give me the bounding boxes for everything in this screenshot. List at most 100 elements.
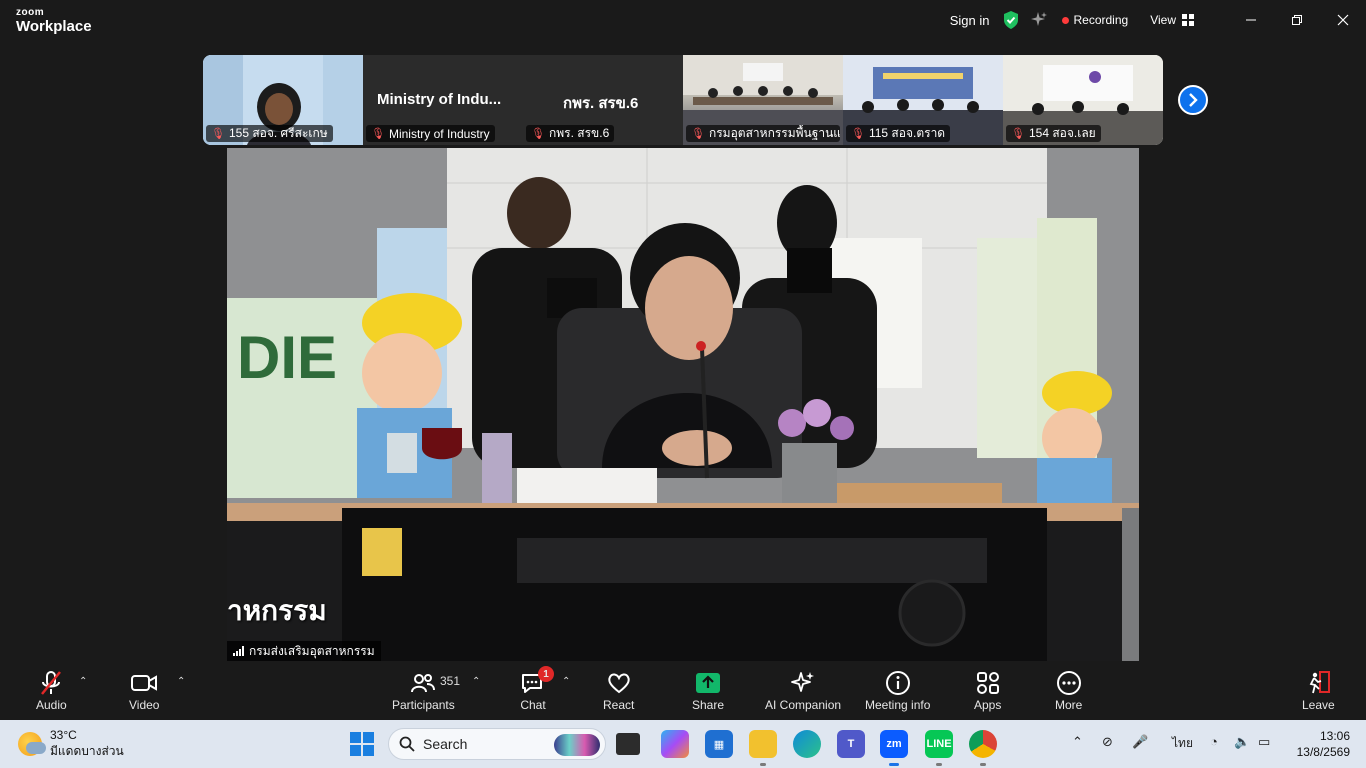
- chrome-icon[interactable]: [969, 730, 997, 766]
- file-explorer-icon[interactable]: [749, 730, 777, 766]
- task-view-icon[interactable]: [616, 733, 640, 755]
- speaker-name: กรมส่งเสริมอุตสาหกรรม: [249, 643, 375, 658]
- participant-name: 154 สอจ.เลย: [1028, 126, 1096, 140]
- edge-icon[interactable]: [793, 730, 821, 758]
- participants-icon: [411, 674, 436, 693]
- speaker-name-tag: กรมส่งเสริมอุตสาหกรรม: [227, 641, 381, 661]
- voice-typing-icon[interactable]: 🎤: [1132, 734, 1148, 750]
- video-overlay-caption: าหกรรม: [227, 595, 327, 626]
- close-icon: [1337, 14, 1349, 26]
- mic-muted-icon: [41, 671, 62, 695]
- info-icon: [885, 671, 910, 695]
- share-label: Share: [692, 698, 725, 712]
- network-off-icon[interactable]: ⊘: [1102, 734, 1113, 750]
- participants-label: Participants: [392, 698, 455, 712]
- react-button[interactable]: React: [603, 668, 634, 712]
- view-button[interactable]: View: [1150, 13, 1194, 27]
- leave-label: Leave: [1302, 698, 1335, 712]
- windows-logo-icon: [350, 732, 361, 743]
- restore-button[interactable]: [1274, 0, 1320, 40]
- chat-unread-badge: 1: [538, 666, 554, 682]
- close-button[interactable]: [1320, 0, 1366, 40]
- share-button[interactable]: Share: [692, 668, 724, 712]
- minimize-button[interactable]: [1228, 0, 1274, 40]
- participant-name: กพร. สรข.6: [548, 126, 610, 140]
- mic-muted-icon: 🎙: [211, 128, 225, 140]
- logo-workplace-text: Workplace: [16, 18, 92, 35]
- ai-companion-label: AI Companion: [765, 698, 842, 712]
- meeting-toolbar: Audio ⌃ Video ⌃ Participants 351 ⌃ 1 Cha…: [0, 662, 1366, 720]
- chevron-right-icon: [1189, 93, 1198, 107]
- zoom-taskbar-icon[interactable]: zm: [880, 730, 908, 766]
- sign-in-button[interactable]: Sign in: [950, 13, 990, 28]
- weather-temp: 33°C: [50, 728, 77, 742]
- more-label: More: [1055, 698, 1083, 712]
- search-placeholder: Search: [423, 736, 468, 752]
- chat-button[interactable]: 1 Chat: [520, 666, 554, 712]
- signal-strength-icon: [233, 646, 244, 656]
- teams-icon[interactable]: T: [837, 730, 865, 758]
- wifi-icon[interactable]: ◔: [1210, 734, 1218, 749]
- more-icon: [1056, 671, 1081, 695]
- video-button[interactable]: Video: [129, 668, 159, 712]
- mic-muted-icon: 🎙: [531, 128, 545, 140]
- participant-tile[interactable]: กพร. สรข.6 🎙 กพร. สรข.6: [523, 55, 683, 145]
- svg-text:DIE: DIE: [237, 324, 337, 391]
- apps-label: Apps: [974, 698, 1002, 712]
- shield-check-icon[interactable]: [1002, 10, 1020, 30]
- participant-count: 351: [440, 674, 461, 688]
- video-options-caret[interactable]: ⌃: [177, 676, 185, 687]
- recording-indicator[interactable]: Recording: [1061, 13, 1129, 27]
- meeting-info-button[interactable]: Meeting info: [865, 668, 930, 712]
- line-icon[interactable]: LINE: [925, 730, 953, 766]
- next-page-button[interactable]: [1178, 85, 1208, 115]
- title-bar: zoom Workplace Sign in Recording View: [0, 0, 1366, 44]
- leave-button[interactable]: Leave: [1302, 668, 1335, 712]
- search-icon: [399, 736, 415, 752]
- recording-label: Recording: [1073, 13, 1129, 27]
- ai-sparkle-icon: [791, 672, 815, 692]
- battery-icon[interactable]: ▭: [1258, 734, 1270, 750]
- active-speaker-video[interactable]: DIE DPIM: [227, 148, 1139, 661]
- participant-name: 155 สอจ. ศรีสะเกษ: [228, 126, 328, 140]
- clock-time: 13:06: [1319, 729, 1350, 743]
- mic-muted-icon: 🎙: [1011, 128, 1025, 140]
- minimize-icon: [1246, 19, 1256, 21]
- start-button[interactable]: [350, 732, 374, 756]
- system-clock[interactable]: 13:06 13/8/2569: [1297, 728, 1350, 760]
- weather-widget[interactable]: 33°C มีแดดบางส่วน: [18, 728, 124, 759]
- participant-name: Ministry of Industry: [388, 126, 490, 141]
- store-icon[interactable]: ▦: [705, 730, 733, 758]
- ai-sparkle-icon[interactable]: [1030, 11, 1048, 29]
- search-highlight-graphic: [554, 734, 600, 756]
- participant-tile[interactable]: 🎙 154 สอจ.เลย: [1003, 55, 1163, 145]
- participant-name-tag: 🎙 กพร. สรข.6: [526, 125, 615, 142]
- speaker-video-frame: DIE DPIM: [227, 148, 1139, 661]
- participant-tile[interactable]: Ministry of Indu... 🎙 Ministry of Indust…: [363, 55, 523, 145]
- volume-icon[interactable]: 🔈: [1234, 734, 1250, 750]
- language-indicator[interactable]: ไทย: [1172, 734, 1193, 753]
- participant-name-tag: 🎙 155 สอจ. ศรีสะเกษ: [206, 125, 333, 142]
- participant-display-name: กพร. สรข.6: [563, 95, 639, 112]
- share-screen-icon: [696, 673, 721, 693]
- apps-button[interactable]: Apps: [974, 668, 1001, 712]
- participant-tile[interactable]: 🎙 155 สอจ. ศรีสะเกษ: [203, 55, 363, 145]
- taskbar-search[interactable]: Search: [388, 728, 606, 760]
- audio-options-caret[interactable]: ⌃: [79, 676, 87, 687]
- participant-tile[interactable]: 🎙 115 สอจ.ตราด: [843, 55, 1003, 145]
- ai-companion-button[interactable]: AI Companion: [765, 668, 841, 712]
- recording-dot-icon: [1061, 16, 1069, 24]
- react-label: React: [603, 698, 635, 712]
- show-hidden-icons-chevron-icon[interactable]: ⌃: [1072, 734, 1083, 750]
- participant-tile[interactable]: 🎙 กรมอุตสาหกรรมพื้นฐานแ...: [683, 55, 843, 145]
- more-button[interactable]: More: [1055, 668, 1082, 712]
- audio-label: Audio: [36, 698, 67, 712]
- participant-strip: 🎙 155 สอจ. ศรีสะเกษ Ministry of Indu... …: [203, 55, 1163, 145]
- copilot-icon[interactable]: [661, 730, 689, 758]
- chat-label: Chat: [520, 698, 546, 712]
- restore-icon: [1292, 15, 1302, 25]
- heart-icon: [607, 673, 630, 694]
- participants-options-caret[interactable]: ⌃: [472, 676, 480, 687]
- chat-options-caret[interactable]: ⌃: [562, 676, 570, 687]
- audio-button[interactable]: Audio: [36, 668, 67, 712]
